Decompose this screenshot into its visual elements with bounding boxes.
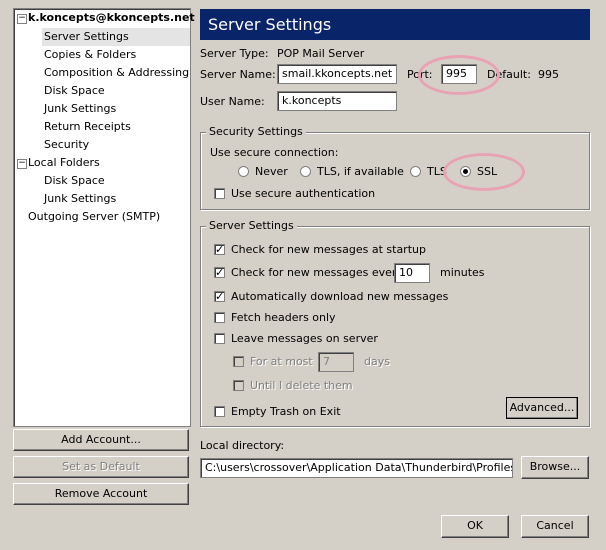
for-at-most-days-field[interactable]: 7 [318,352,354,372]
tree-item-copies-folders[interactable]: Copies & Folders [44,46,136,64]
server-name-label: Server Name: [200,68,276,81]
advanced-button[interactable]: Advanced... [506,397,578,419]
auto-download-label[interactable]: Automatically download new messages [231,290,448,304]
tree-item-server-settings[interactable]: Server Settings [42,28,190,46]
radio-tls-if-available-label[interactable]: TLS, if available [317,165,404,179]
tree-item-disk-space[interactable]: Disk Space [44,82,105,100]
browse-button[interactable]: Browse... [521,456,589,479]
tree-item-junk-settings[interactable]: Junk Settings [44,100,116,118]
browse-label: Browse... [529,460,581,473]
leave-messages-checkbox[interactable] [214,333,225,344]
tree-item-local-disk-space[interactable]: Disk Space [44,172,105,190]
local-directory-label: Local directory: [200,439,285,452]
set-default-label: Set as Default [62,460,140,473]
default-port-value: 995 [538,68,559,81]
local-directory-field[interactable]: C:\users\crossover\Application Data\Thun… [200,458,513,478]
collapse-icon[interactable]: − [17,14,27,24]
server-name-field[interactable]: smail.kkoncepts.net [277,64,397,84]
empty-trash-label[interactable]: Empty Trash on Exit [231,405,341,419]
add-account-label: Add Account... [61,433,141,446]
add-account-button[interactable]: Add Account... [13,429,189,451]
server-type-label: Server Type: [200,47,269,60]
user-name-field[interactable]: k.koncepts [277,91,397,111]
remove-account-button[interactable]: Remove Account [13,483,189,505]
account-tree[interactable]: − k.koncepts@kkoncepts.net Server Settin… [13,8,195,427]
check-every-minutes-field[interactable]: 10 [394,263,430,283]
days-label: days [364,355,390,368]
advanced-label: Advanced... [509,401,575,414]
tree-item-local-junk-settings[interactable]: Junk Settings [44,190,116,208]
server-settings-title: Server Settings [206,219,297,232]
secure-auth-label[interactable]: Use secure authentication [231,187,375,201]
leave-messages-label[interactable]: Leave messages on server [231,332,378,346]
cancel-label: Cancel [536,519,574,532]
highlight-oval-ssl [443,153,525,191]
tree-outgoing-server[interactable]: Outgoing Server (SMTP) [28,208,160,226]
ok-label: OK [467,519,483,532]
radio-tls[interactable] [410,166,421,177]
security-settings-title: Security Settings [206,125,306,138]
until-delete-label[interactable]: Until I delete them [250,379,353,393]
cancel-button[interactable]: Cancel [521,515,589,538]
fetch-headers-checkbox[interactable] [214,312,225,323]
tree-item-return-receipts[interactable]: Return Receipts [44,118,131,136]
check-every-label[interactable]: Check for new messages every [231,266,403,280]
collapse-icon[interactable]: − [17,159,27,169]
secure-auth-checkbox[interactable] [214,188,225,199]
use-secure-label: Use secure connection: [210,146,339,159]
radio-never-label[interactable]: Never [255,165,288,179]
check-startup-checkbox[interactable]: ✓ [214,244,225,255]
empty-trash-checkbox[interactable] [214,406,225,417]
for-at-most-label[interactable]: For at most [250,355,313,369]
remove-account-label: Remove Account [54,487,148,500]
tree-item-composition[interactable]: Composition & Addressing [44,64,189,82]
server-type-value: POP Mail Server [277,47,365,60]
until-delete-checkbox[interactable] [233,380,244,391]
radio-tls-if-available[interactable] [300,166,311,177]
check-startup-label[interactable]: Check for new messages at startup [231,243,426,257]
set-default-button[interactable]: Set as Default [13,456,189,478]
auto-download-checkbox[interactable]: ✓ [214,291,225,302]
page-title: Server Settings [200,9,590,40]
for-at-most-checkbox[interactable] [233,356,244,367]
highlight-oval-port [418,55,500,95]
fetch-headers-label[interactable]: Fetch headers only [231,311,336,325]
ok-button[interactable]: OK [441,515,509,538]
radio-never[interactable] [238,166,249,177]
tree-item-security[interactable]: Security [44,136,89,154]
tree-account-root[interactable]: k.koncepts@kkoncepts.net [28,9,195,27]
check-every-checkbox[interactable]: ✓ [214,267,225,278]
tree-local-folders[interactable]: Local Folders [28,154,100,172]
user-name-label: User Name: [200,95,265,108]
minutes-label: minutes [440,266,485,279]
